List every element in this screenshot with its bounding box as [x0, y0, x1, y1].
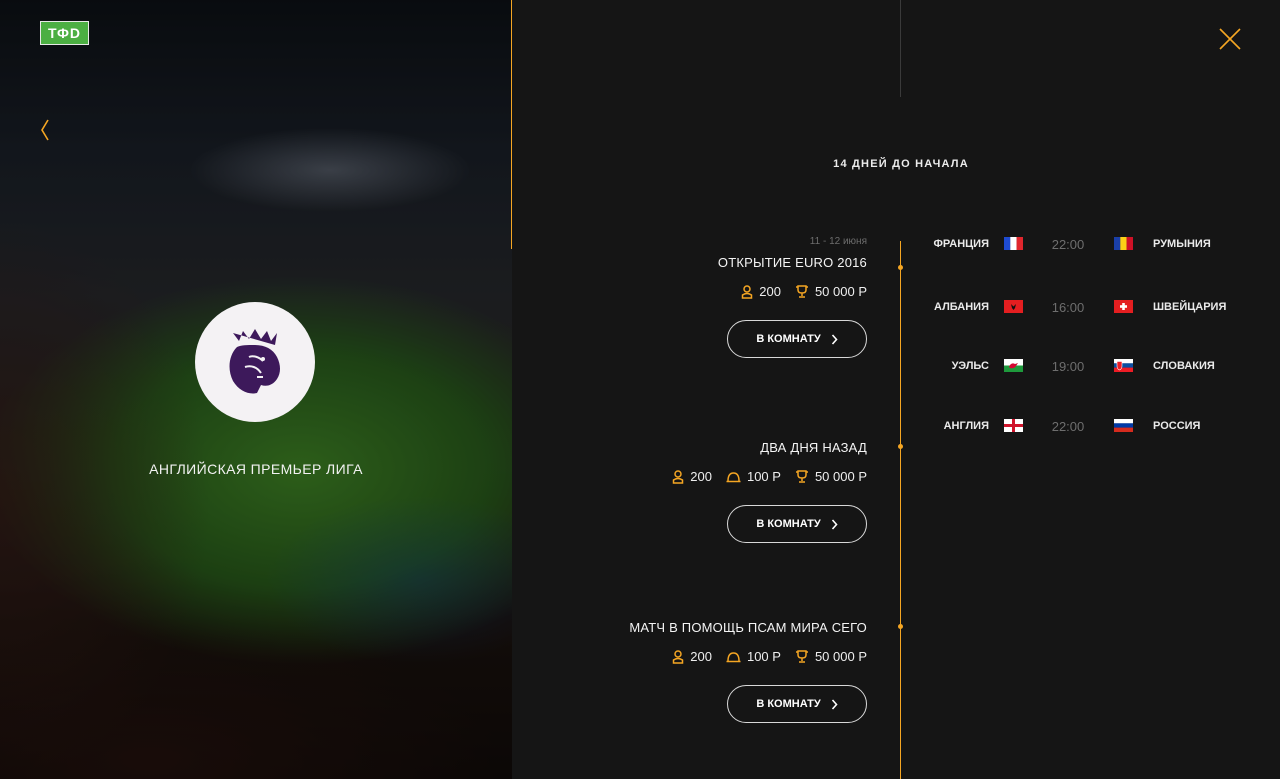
match-time: 22:00	[1051, 237, 1085, 252]
prize-stat: 50 000 Р	[795, 469, 867, 484]
fee-amount: 100 Р	[746, 649, 781, 664]
league-name: АНГЛИЙСКАЯ ПРЕМЬЕР ЛИГА	[149, 461, 363, 477]
countdown-text: 14 ДНЕЙ ДО НАЧАЛА	[833, 158, 969, 170]
away-team: ШВЕЙЦАРИЯ	[1153, 301, 1227, 313]
trophy-icon	[795, 285, 808, 298]
event-stats: 200 50 000 Р	[718, 284, 867, 299]
match-row[interactable]: АЛБАНИЯ 16:00 ШВЕЙЦАРИЯ	[905, 298, 1245, 318]
players-stat: 200	[741, 284, 781, 299]
chevron-right-icon	[831, 518, 838, 530]
timeline-dot	[898, 265, 903, 270]
event-card: МАТЧ В ПОМОЩЬ ПСАМ МИРА СЕГО 200 100 Р 5…	[629, 620, 867, 723]
fee-stat: 100 Р	[726, 469, 781, 484]
enter-room-label: В КОМНАТУ	[756, 698, 821, 710]
prize-amount: 50 000 Р	[814, 649, 867, 664]
event-title: ОТКРЫТИЕ EURO 2016	[717, 255, 867, 270]
event-stats: 200 100 Р 50 000 Р	[672, 469, 867, 484]
close-button[interactable]	[1219, 28, 1241, 50]
home-team: ФРАНЦИЯ	[933, 238, 990, 250]
person-icon	[673, 469, 684, 484]
timeline-dot	[898, 444, 903, 449]
person-icon	[673, 649, 684, 664]
match-time: 16:00	[1051, 300, 1085, 315]
prize-amount: 50 000 Р	[814, 469, 867, 484]
person-icon	[742, 284, 753, 299]
away-team: РОССИЯ	[1153, 420, 1201, 432]
home-team: АЛБАНИЯ	[934, 301, 989, 313]
england-flag-icon	[1004, 419, 1023, 432]
trophy-icon	[795, 650, 808, 663]
coin-icon	[726, 651, 741, 662]
fee-stat: 100 Р	[726, 649, 781, 664]
close-x-icon	[1219, 28, 1241, 50]
enter-room-button[interactable]: В КОМНАТУ	[727, 685, 867, 723]
chevron-right-icon	[831, 333, 838, 345]
back-button[interactable]	[36, 118, 56, 142]
home-team: АНГЛИЯ	[943, 420, 989, 432]
players-count: 200	[759, 284, 781, 299]
fee-amount: 100 Р	[746, 469, 781, 484]
away-team: РУМЫНИЯ	[1153, 238, 1211, 250]
slovakia-flag-icon	[1114, 359, 1133, 372]
match-time: 19:00	[1051, 359, 1085, 374]
enter-room-label: В КОМНАТУ	[756, 518, 821, 530]
league-logo	[195, 302, 315, 422]
trophy-icon	[795, 470, 808, 483]
prize-stat: 50 000 Р	[795, 649, 867, 664]
event-title: ДВА ДНЯ НАЗАД	[760, 440, 867, 455]
wales-flag-icon	[1004, 359, 1023, 372]
event-title: МАТЧ В ПОМОЩЬ ПСАМ МИРА СЕГО	[629, 620, 867, 635]
france-flag-icon	[1004, 237, 1023, 250]
russia-flag-icon	[1114, 419, 1133, 432]
coin-icon	[726, 471, 741, 482]
match-row[interactable]: ФРАНЦИЯ 22:00 РУМЫНИЯ	[905, 235, 1245, 255]
albania-flag-icon	[1004, 300, 1023, 313]
players-count: 200	[690, 649, 712, 664]
event-stats: 200 100 Р 50 000 Р	[629, 649, 867, 664]
event-date: 11 - 12 июня	[809, 236, 867, 247]
chevron-left-icon	[41, 119, 49, 141]
prize-stat: 50 000 Р	[795, 284, 867, 299]
enter-room-button[interactable]: В КОМНАТУ	[727, 320, 867, 358]
match-time: 22:00	[1051, 419, 1085, 434]
players-count: 200	[690, 469, 712, 484]
timeline-line	[900, 241, 901, 779]
panel-divider-accent	[511, 0, 512, 249]
match-row[interactable]: АНГЛИЯ 22:00 РОССИЯ	[905, 417, 1245, 437]
top-divider	[900, 0, 901, 97]
romania-flag-icon	[1114, 237, 1133, 250]
enter-room-label: В КОМНАТУ	[756, 333, 821, 345]
app-logo[interactable]: ТФD	[40, 21, 89, 45]
switzerland-flag-icon	[1114, 300, 1133, 313]
chevron-right-icon	[831, 698, 838, 710]
away-team: СЛОВАКИЯ	[1153, 360, 1215, 372]
players-stat: 200	[672, 649, 712, 664]
lion-crest-icon	[229, 329, 280, 394]
timeline-dot	[898, 624, 903, 629]
enter-room-button[interactable]: В КОМНАТУ	[727, 505, 867, 543]
match-row[interactable]: УЭЛЬС 19:00 СЛОВАКИЯ	[905, 357, 1245, 377]
home-team: УЭЛЬС	[951, 360, 989, 372]
prize-amount: 50 000 Р	[814, 284, 867, 299]
event-card: ДВА ДНЯ НАЗАД 200 100 Р 50 000 Р В КОМНА…	[672, 440, 867, 543]
players-stat: 200	[672, 469, 712, 484]
event-card: 11 - 12 июня ОТКРЫТИЕ EURO 2016 200 50 0…	[718, 236, 867, 358]
